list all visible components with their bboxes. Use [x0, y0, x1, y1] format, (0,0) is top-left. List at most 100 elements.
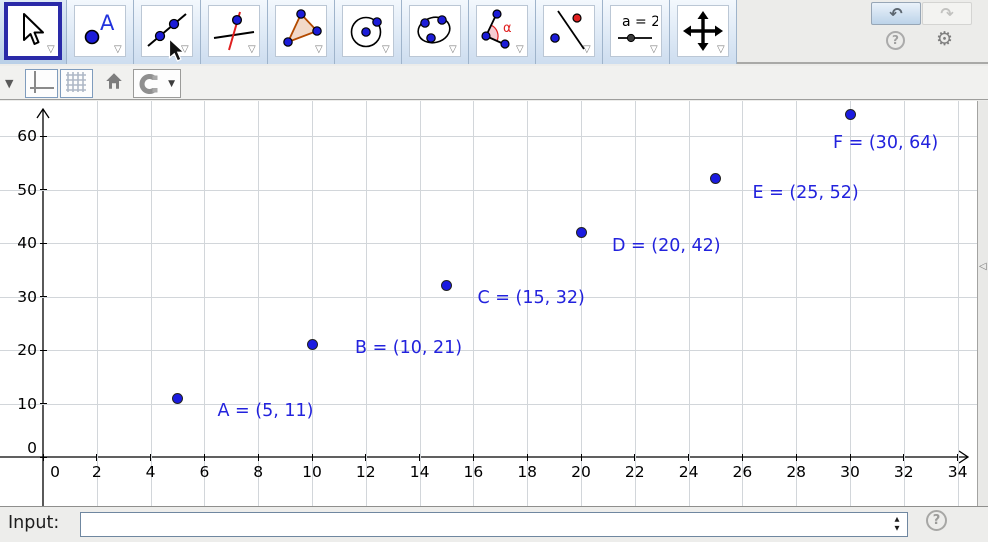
tool-dropdown-icon[interactable]: ▽ — [248, 45, 256, 55]
input-history-spinner[interactable]: ▲ ▼ — [892, 515, 902, 533]
x-axis-tick — [43, 454, 44, 461]
tool-circle-button[interactable]: ▽ — [335, 0, 402, 64]
redo-button[interactable]: ↷ — [922, 2, 972, 25]
gridline-vertical — [742, 101, 743, 506]
command-input[interactable] — [80, 512, 908, 537]
point-D[interactable] — [576, 227, 587, 238]
x-axis-tick-label: 28 — [781, 463, 811, 481]
point-B[interactable] — [307, 339, 318, 350]
x-axis-tick — [419, 454, 420, 461]
point-label-D[interactable]: D = (20, 42) — [612, 236, 721, 256]
gridline-vertical — [796, 101, 797, 506]
x-axis-tick-label: 22 — [620, 463, 650, 481]
input-help-button[interactable]: ? — [926, 510, 947, 531]
gridline-horizontal — [0, 243, 977, 244]
y-axis-tick-label: 20 — [0, 341, 37, 359]
x-axis-tick-label: 32 — [889, 463, 919, 481]
x-axis-tick — [473, 454, 474, 461]
x-axis-tick — [96, 454, 97, 461]
y-axis-tick-label: 0 — [0, 439, 37, 457]
tool-dropdown-icon[interactable]: ▽ — [315, 45, 323, 55]
x-axis-tick — [634, 454, 635, 461]
tool-dropdown-icon[interactable]: ▽ — [650, 45, 658, 55]
point-A[interactable] — [172, 393, 183, 404]
input-bar: Input: ▲ ▼ — [0, 506, 988, 542]
svg-text:A: A — [100, 11, 115, 35]
gridline-vertical — [204, 101, 205, 506]
point-label-A[interactable]: A = (5, 11) — [218, 401, 314, 421]
y-axis-tick — [40, 457, 47, 458]
svg-text:a = 2: a = 2 — [622, 14, 658, 30]
x-axis-tick — [365, 454, 366, 461]
tool-slider-button[interactable]: a = 2 ▽ — [603, 0, 670, 64]
undo-button[interactable]: ↶ — [871, 2, 921, 25]
tool-dropdown-icon[interactable]: ▽ — [583, 45, 591, 55]
tool-point-button[interactable]: A ▽ — [67, 0, 134, 64]
x-axis-tick-label: 8 — [243, 463, 273, 481]
side-panel-splitter[interactable]: ◁ — [977, 101, 988, 506]
x-axis-tick — [688, 454, 689, 461]
settings-gear-icon[interactable]: ⚙ — [936, 28, 953, 50]
tool-dropdown-icon[interactable]: ▽ — [449, 45, 457, 55]
x-axis-tick-label: 26 — [727, 463, 757, 481]
point-label-B[interactable]: B = (10, 21) — [355, 338, 462, 358]
x-axis-tick-label: 10 — [297, 463, 327, 481]
gridline-vertical — [958, 101, 959, 506]
graphics-stylebar: ▼ ▼ — [0, 66, 988, 100]
tool-reflect-button[interactable]: ▽ — [536, 0, 603, 64]
x-axis-tick — [742, 454, 743, 461]
gridline-vertical — [635, 101, 636, 506]
x-axis-tick-label: 14 — [405, 463, 435, 481]
show-grid-button[interactable] — [60, 69, 93, 98]
graphics-view[interactable]: 0246810121416182022242628303234010203040… — [0, 101, 977, 506]
point-capturing-button[interactable]: ▼ — [133, 69, 181, 98]
svg-text:α: α — [503, 21, 512, 36]
gridline-vertical — [258, 101, 259, 506]
x-axis-tick — [581, 454, 582, 461]
home-icon — [104, 71, 124, 91]
magnet-icon — [138, 74, 160, 94]
x-axis-tick — [527, 454, 528, 461]
stylebar-collapse-icon[interactable]: ▼ — [5, 77, 13, 90]
tool-angle-button[interactable]: α ▽ — [469, 0, 536, 64]
gridline-vertical — [420, 101, 421, 506]
point-label-E[interactable]: E = (25, 52) — [753, 183, 859, 203]
x-axis-tick-label: 24 — [674, 463, 704, 481]
tool-perpendicular-line-button[interactable]: ▽ — [201, 0, 268, 64]
x-axis-tick-label: 6 — [189, 463, 219, 481]
axes-icon — [29, 70, 55, 94]
tool-dropdown-icon[interactable]: ▽ — [717, 45, 725, 55]
standard-view-button[interactable] — [100, 71, 128, 97]
collapse-left-icon[interactable]: ◁ — [979, 261, 987, 272]
tool-move-graphics-view-button[interactable]: ▽ — [670, 0, 737, 64]
gridline-vertical — [473, 101, 474, 506]
chevron-down-icon: ▼ — [168, 79, 175, 89]
tool-dropdown-icon[interactable]: ▽ — [47, 45, 55, 55]
x-axis-tick — [850, 454, 851, 461]
gridline-horizontal — [0, 136, 977, 137]
point-label-F[interactable]: F = (30, 64) — [833, 133, 938, 153]
gridline-vertical — [97, 101, 98, 506]
tool-conic-button[interactable]: ▽ — [402, 0, 469, 64]
y-axis-tick — [40, 189, 47, 190]
show-axes-button[interactable] — [25, 69, 58, 98]
x-axis-tick — [204, 454, 205, 461]
tool-dropdown-icon[interactable]: ▽ — [516, 45, 524, 55]
x-axis-tick-label: 4 — [136, 463, 166, 481]
tool-dropdown-icon[interactable]: ▽ — [114, 45, 122, 55]
y-axis-tick-label: 10 — [0, 395, 37, 413]
x-axis-tick-label: 20 — [566, 463, 596, 481]
x-axis-tick — [957, 454, 958, 461]
point-label-C[interactable]: C = (15, 32) — [478, 288, 585, 308]
tool-polygon-button[interactable]: ▽ — [268, 0, 335, 64]
input-label: Input: — [8, 513, 59, 533]
tool-move-button[interactable]: ▽ — [0, 0, 67, 64]
x-axis-tick-label: 12 — [351, 463, 381, 481]
redo-icon: ↷ — [940, 4, 953, 23]
tool-dropdown-icon[interactable]: ▽ — [382, 45, 390, 55]
gridline-vertical — [151, 101, 152, 506]
point-F[interactable] — [845, 109, 856, 120]
y-axis-tick-label: 60 — [0, 127, 37, 145]
x-axis-tick-label: 30 — [835, 463, 865, 481]
help-button[interactable]: ? — [886, 31, 905, 50]
